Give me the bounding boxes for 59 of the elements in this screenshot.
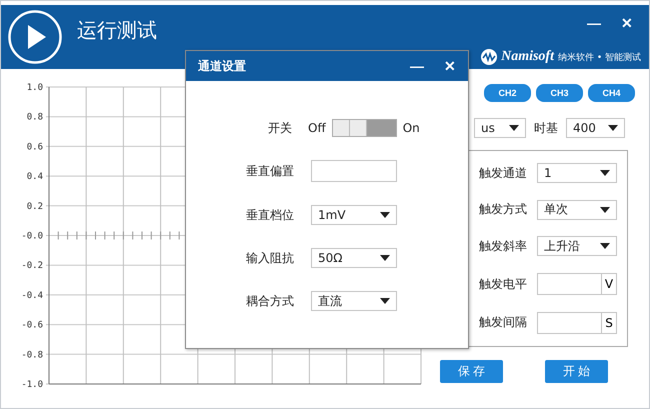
brand-tagline: 纳米软件 • 智能测试 xyxy=(558,52,641,64)
y-tick-label: 0.6 xyxy=(26,142,43,152)
channel-button[interactable]: CH4 xyxy=(588,84,635,102)
window-title: 运行测试 xyxy=(77,17,157,44)
dropdown[interactable]: 直流 xyxy=(311,291,397,311)
dropdown-caret-icon xyxy=(600,170,610,176)
close-button[interactable]: ✕ xyxy=(438,58,462,74)
field-label: 触发电平 xyxy=(479,276,527,293)
field-label: 触发间隔 xyxy=(479,314,527,332)
channel-button[interactable]: CH2 xyxy=(484,84,531,102)
switch-label: 开关 xyxy=(268,120,292,136)
dropdown-caret-icon xyxy=(600,206,610,213)
dropdown[interactable]: 50Ω xyxy=(311,248,397,268)
field-label: 触发通道 xyxy=(479,164,527,182)
dropdown-caret-icon xyxy=(380,212,390,218)
y-tick-label: 0.8 xyxy=(26,112,43,123)
close-button[interactable]: ✕ xyxy=(615,15,639,31)
minimize-button[interactable]: — xyxy=(581,15,607,31)
toggle-switch[interactable] xyxy=(332,119,397,137)
input-field[interactable]: V xyxy=(537,273,617,296)
dropdown[interactable]: 1 xyxy=(537,163,617,184)
dropdown-caret-icon xyxy=(380,255,390,261)
channel-button[interactable]: CH3 xyxy=(536,84,583,102)
logo-icon xyxy=(481,49,498,65)
dropdown-caret-icon xyxy=(509,125,519,131)
dropdown-caret-icon xyxy=(600,243,610,250)
field-label: 触发斜率 xyxy=(479,238,527,255)
off-label: Off xyxy=(308,121,326,135)
y-tick-label: 1.0 xyxy=(26,83,43,93)
y-tick-label: -0.6 xyxy=(21,320,43,331)
dropdown[interactable]: 上升沿 xyxy=(537,236,617,256)
field-label: 垂直档位 xyxy=(246,206,294,224)
timebase-label: 时基 xyxy=(534,120,558,136)
minimize-button[interactable]: — xyxy=(404,58,430,74)
field-label: 垂直偏置 xyxy=(246,162,294,180)
start-button[interactable]: 开 始 xyxy=(545,360,608,383)
input-field[interactable] xyxy=(311,160,397,182)
dropdown[interactable]: us xyxy=(474,118,526,138)
dropdown[interactable]: 400 xyxy=(566,118,625,138)
save-button[interactable]: 保 存 xyxy=(440,360,503,383)
field-label: 触发方式 xyxy=(479,201,527,218)
dialog-title: 通道设置 xyxy=(198,58,246,74)
dropdown[interactable]: 1mV xyxy=(311,205,397,225)
y-tick-label: -0.8 xyxy=(21,350,43,360)
y-tick-label: -0.0 xyxy=(21,232,43,242)
play-icon[interactable] xyxy=(7,9,63,65)
field-label: 耦合方式 xyxy=(246,292,294,310)
dropdown[interactable]: 单次 xyxy=(537,200,617,220)
y-tick-label: 0.4 xyxy=(26,172,43,182)
dropdown-caret-icon xyxy=(380,298,390,304)
dropdown-caret-icon xyxy=(608,125,618,131)
field-label: 输入阻抗 xyxy=(246,250,294,266)
input-field[interactable]: S xyxy=(537,312,617,334)
y-tick-label: -0.2 xyxy=(21,261,43,272)
y-tick-label: -0.4 xyxy=(21,290,43,301)
brand-name: Namisoft xyxy=(501,49,554,65)
on-label: On xyxy=(402,121,420,135)
y-tick-label: 0.2 xyxy=(26,202,43,212)
y-tick-label: -1.0 xyxy=(21,380,43,390)
